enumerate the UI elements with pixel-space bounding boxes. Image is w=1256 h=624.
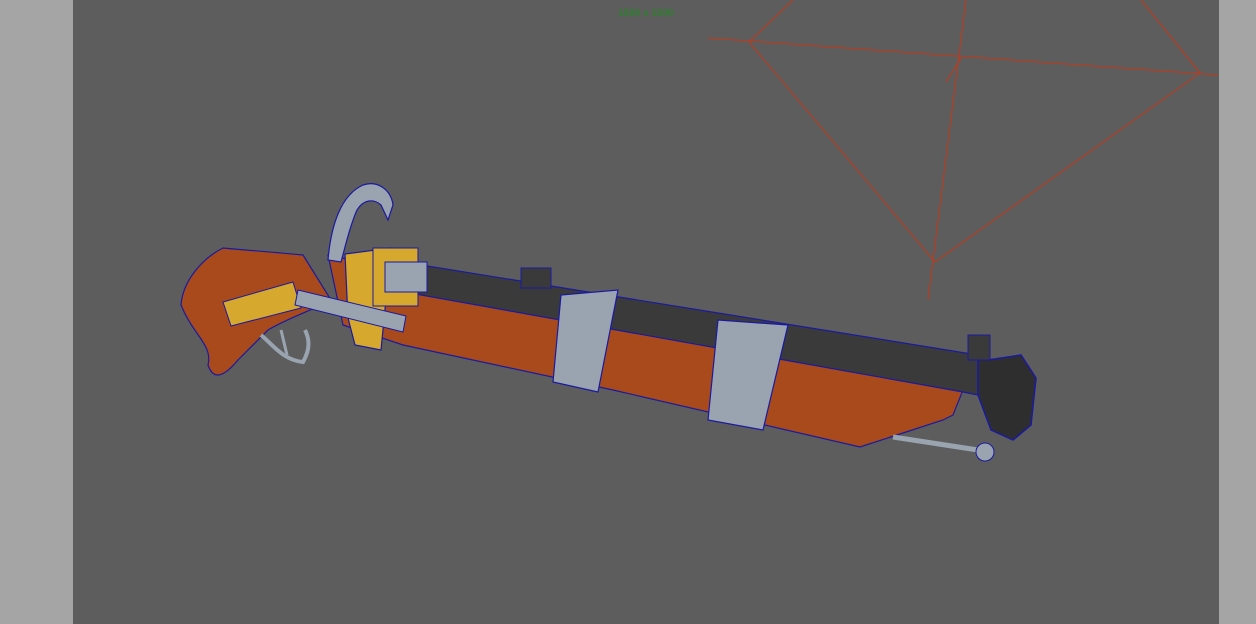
rear-sight xyxy=(520,267,552,289)
front-sight xyxy=(967,334,991,361)
spot-light-gizmo[interactable] xyxy=(707,0,1219,301)
scene-canvas[interactable] xyxy=(73,0,1219,624)
maya-viewport-frame: 1500 x 1500 xyxy=(0,0,1256,624)
ramrod-tip xyxy=(975,442,995,462)
pan-cover xyxy=(384,261,428,293)
barrel-muzzle xyxy=(977,354,1037,441)
3d-viewport[interactable]: 1500 x 1500 xyxy=(73,0,1219,624)
ramrod xyxy=(892,434,979,453)
flintlock-pistol-model[interactable] xyxy=(180,183,1037,462)
resolution-gate-mask-left xyxy=(0,0,73,624)
resolution-gate-mask-right xyxy=(1219,0,1256,624)
